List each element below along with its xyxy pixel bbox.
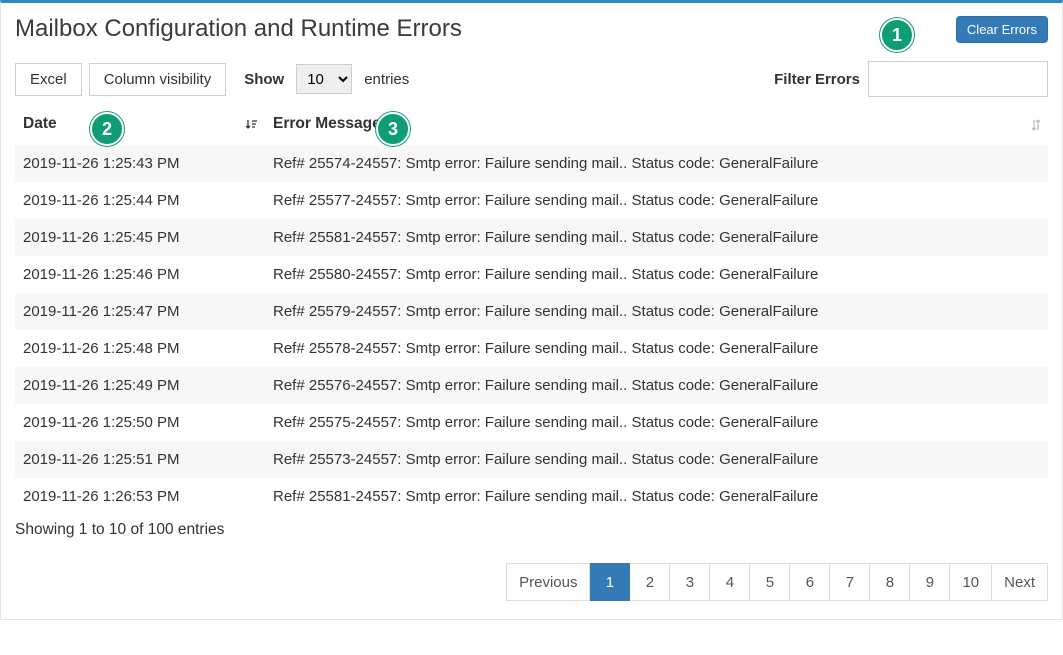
pagination: Previous12345678910Next	[15, 563, 1048, 601]
cell-error-message: Ref# 25577-24557: Smtp error: Failure se…	[265, 182, 1048, 219]
pager-page-3[interactable]: 3	[670, 563, 710, 601]
column-header-date-label: Date	[23, 115, 57, 132]
cell-error-message: Ref# 25581-24557: Smtp error: Failure se…	[265, 478, 1048, 515]
cell-date: 2019-11-26 1:25:49 PM	[15, 367, 265, 404]
page-length-select[interactable]: 10	[296, 64, 352, 94]
cell-error-message: Ref# 25573-24557: Smtp error: Failure se…	[265, 441, 1048, 478]
cell-date: 2019-11-26 1:26:53 PM	[15, 478, 265, 515]
callout-badge-1: 1	[880, 18, 914, 52]
sort-desc-icon	[245, 118, 259, 132]
pager-page-9[interactable]: 9	[910, 563, 950, 601]
pager-previous[interactable]: Previous	[506, 563, 590, 601]
pager-page-5[interactable]: 5	[750, 563, 790, 601]
cell-date: 2019-11-26 1:25:50 PM	[15, 404, 265, 441]
cell-date: 2019-11-26 1:25:43 PM	[15, 145, 265, 182]
pager-page-2[interactable]: 2	[630, 563, 670, 601]
cell-error-message: Ref# 25578-24557: Smtp error: Failure se…	[265, 330, 1048, 367]
table-row: 2019-11-26 1:25:44 PMRef# 25577-24557: S…	[15, 182, 1048, 219]
cell-error-message: Ref# 25574-24557: Smtp error: Failure se…	[265, 145, 1048, 182]
table-row: 2019-11-26 1:25:48 PMRef# 25578-24557: S…	[15, 330, 1048, 367]
export-excel-button[interactable]: Excel	[15, 63, 82, 96]
cell-error-message: Ref# 25575-24557: Smtp error: Failure se…	[265, 404, 1048, 441]
entries-label: entries	[364, 71, 409, 88]
errors-panel: Mailbox Configuration and Runtime Errors…	[0, 0, 1063, 620]
pager-page-6[interactable]: 6	[790, 563, 830, 601]
table-row: 2019-11-26 1:25:46 PMRef# 25580-24557: S…	[15, 256, 1048, 293]
cell-date: 2019-11-26 1:25:48 PM	[15, 330, 265, 367]
column-visibility-button[interactable]: Column visibility	[89, 63, 227, 96]
cell-date: 2019-11-26 1:25:45 PM	[15, 219, 265, 256]
clear-errors-button[interactable]: Clear Errors	[956, 16, 1048, 43]
filter-label: Filter Errors	[774, 71, 860, 88]
cell-date: 2019-11-26 1:25:44 PM	[15, 182, 265, 219]
cell-date: 2019-11-26 1:25:51 PM	[15, 441, 265, 478]
table-row: 2019-11-26 1:25:51 PMRef# 25573-24557: S…	[15, 441, 1048, 478]
cell-error-message: Ref# 25581-24557: Smtp error: Failure se…	[265, 219, 1048, 256]
cell-error-message: Ref# 25580-24557: Smtp error: Failure se…	[265, 256, 1048, 293]
pager-page-7[interactable]: 7	[830, 563, 870, 601]
table-row: 2019-11-26 1:25:49 PMRef# 25576-24557: S…	[15, 367, 1048, 404]
show-label: Show	[244, 71, 284, 88]
callout-badge-3: 3	[376, 112, 410, 146]
callout-badge-2: 2	[90, 112, 124, 146]
table-row: 2019-11-26 1:25:43 PMRef# 25574-24557: S…	[15, 145, 1048, 182]
errors-table: Date Error Message 2019-11-26 1:25:43 PM…	[15, 105, 1048, 515]
pager-page-8[interactable]: 8	[870, 563, 910, 601]
column-header-error-label: Error Message	[273, 115, 381, 132]
table-row: 2019-11-26 1:25:50 PMRef# 25575-24557: S…	[15, 404, 1048, 441]
column-header-date[interactable]: Date	[15, 105, 265, 145]
pager-page-10[interactable]: 10	[950, 563, 992, 601]
cell-date: 2019-11-26 1:25:46 PM	[15, 256, 265, 293]
showing-entries-text: Showing 1 to 10 of 100 entries	[15, 515, 1048, 539]
filter-input[interactable]	[868, 61, 1048, 97]
cell-date: 2019-11-26 1:25:47 PM	[15, 293, 265, 330]
pager-page-4[interactable]: 4	[710, 563, 750, 601]
pager-page-1[interactable]: 1	[590, 563, 630, 601]
cell-error-message: Ref# 25579-24557: Smtp error: Failure se…	[265, 293, 1048, 330]
cell-error-message: Ref# 25576-24557: Smtp error: Failure se…	[265, 367, 1048, 404]
sort-neutral-icon	[1030, 118, 1042, 132]
pager-next[interactable]: Next	[992, 563, 1048, 601]
page-title: Mailbox Configuration and Runtime Errors	[15, 15, 462, 43]
table-row: 2019-11-26 1:26:53 PMRef# 25581-24557: S…	[15, 478, 1048, 515]
table-row: 2019-11-26 1:25:47 PMRef# 25579-24557: S…	[15, 293, 1048, 330]
table-row: 2019-11-26 1:25:45 PMRef# 25581-24557: S…	[15, 219, 1048, 256]
